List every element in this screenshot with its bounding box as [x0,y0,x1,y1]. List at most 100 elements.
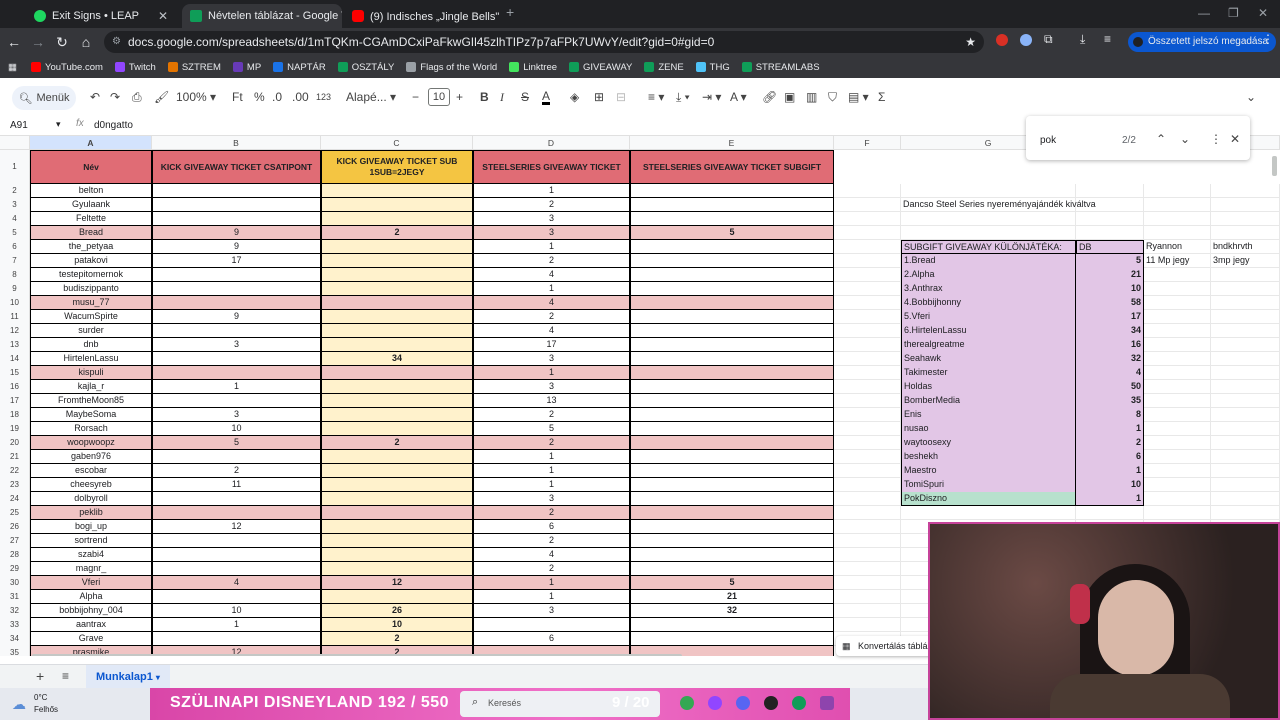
insert-comment-icon[interactable]: ▣ [784,90,795,104]
cell-b[interactable] [152,198,321,212]
cell-d[interactable]: 6 [473,632,630,646]
empty-cell[interactable] [834,548,901,562]
empty-cell[interactable] [834,450,901,464]
cell-d[interactable]: 3 [473,226,630,240]
cell-d[interactable]: 3 [473,604,630,618]
cell-c[interactable] [321,366,473,380]
side-entry-name[interactable]: Enis [901,408,1076,422]
empty-cell[interactable] [1211,310,1280,324]
cell-e[interactable] [630,324,834,338]
cell-c[interactable] [321,590,473,604]
currency-format-button[interactable]: Ft [232,90,243,104]
empty-cell[interactable] [834,590,901,604]
cell-d[interactable]: 2 [473,506,630,520]
insert-chart-icon[interactable]: ▥ [806,90,817,104]
side-entry-value[interactable]: 4 [1076,366,1144,380]
cell-c[interactable] [321,478,473,492]
cell-d[interactable]: 3 [473,492,630,506]
cell-c[interactable]: 34 [321,352,473,366]
more-menu-icon[interactable]: ⋮ [1262,32,1274,46]
cell-b[interactable] [152,212,321,226]
cell-e[interactable] [630,492,834,506]
cell-c[interactable] [321,296,473,310]
cell-e[interactable]: 21 [630,590,834,604]
side-entry-name[interactable]: 3.Anthrax [901,282,1076,296]
cell-e[interactable] [630,562,834,576]
empty-cell[interactable] [834,240,901,254]
empty-cell[interactable] [834,520,901,534]
reload-icon[interactable]: ↻ [50,34,74,51]
cell-e[interactable] [630,394,834,408]
cell-c[interactable]: 10 [321,618,473,632]
cell-e[interactable]: 32 [630,604,834,618]
close-icon[interactable]: ✕ [152,9,168,23]
empty-cell[interactable] [1144,212,1211,226]
cell-b[interactable]: 4 [152,576,321,590]
cell-d[interactable]: 4 [473,324,630,338]
empty-cell[interactable] [1076,184,1144,198]
side-entry-name[interactable]: 2.Alpha [901,268,1076,282]
empty-cell[interactable] [834,534,901,548]
cell-c[interactable]: 2 [321,226,473,240]
fill-color-icon[interactable]: ◈ [570,90,579,104]
zoom-select[interactable]: 100% ▾ [176,90,216,104]
cell-b[interactable]: 3 [152,408,321,422]
row-number[interactable]: 17 [0,394,30,408]
cell-d[interactable]: 2 [473,198,630,212]
empty-cell[interactable] [1211,394,1280,408]
chrome-icon[interactable] [680,696,694,710]
cell-c[interactable] [321,282,473,296]
side-entry-value[interactable]: 2 [1076,436,1144,450]
cell-c[interactable] [321,520,473,534]
text-wrap-icon[interactable]: ⇥ ▾ [702,90,721,104]
app-icon[interactable] [764,696,778,710]
all-sheets-icon[interactable]: ≡ [62,669,69,683]
app-icon[interactable] [792,696,806,710]
empty-cell[interactable] [834,492,901,506]
cell-e[interactable] [630,352,834,366]
select-all-corner[interactable] [0,136,30,150]
cell-d[interactable]: 1 [473,590,630,604]
functions-icon[interactable]: Σ [878,90,885,104]
empty-cell[interactable] [834,198,901,212]
empty-cell[interactable] [1144,394,1211,408]
cell-c[interactable]: 2 [321,632,473,646]
cell-c[interactable] [321,450,473,464]
empty-cell[interactable] [834,394,901,408]
side-entry-name[interactable]: therealgreatme [901,338,1076,352]
borders-icon[interactable]: ⊞ [594,90,604,104]
cell-b[interactable] [152,534,321,548]
cell-b[interactable]: 12 [152,520,321,534]
cell-e[interactable] [630,450,834,464]
cell-d[interactable]: 3 [473,352,630,366]
empty-cell[interactable] [1144,422,1211,436]
cell-a[interactable]: MaybeSoma [30,408,152,422]
app-icon[interactable] [820,696,834,710]
row-number[interactable]: 32 [0,604,30,618]
side-entry-value[interactable]: 58 [1076,296,1144,310]
cell-b[interactable]: 5 [152,436,321,450]
empty-cell[interactable] [1211,492,1280,506]
bookmark-item[interactable]: THG [695,62,730,73]
cell-c[interactable] [321,422,473,436]
row-number[interactable]: 5 [0,226,30,240]
cell-e[interactable] [630,632,834,646]
empty-cell[interactable] [834,282,901,296]
row-number[interactable]: 23 [0,478,30,492]
column-header[interactable]: E [630,136,834,150]
empty-cell[interactable] [1211,352,1280,366]
side-entry-name[interactable]: TomiSpuri [901,478,1076,492]
font-size-input[interactable]: 10 [428,88,450,106]
empty-cell[interactable] [1076,212,1144,226]
cell-c[interactable] [321,492,473,506]
empty-cell[interactable] [1211,324,1280,338]
empty-cell[interactable] [1144,492,1211,506]
new-tab-button[interactable]: + [506,4,514,20]
cell-e[interactable] [630,198,834,212]
window-close-button[interactable]: ✕ [1258,6,1268,20]
cell-b[interactable] [152,324,321,338]
cell-d[interactable]: 2 [473,436,630,450]
cell-e[interactable] [630,548,834,562]
cell-e[interactable] [630,380,834,394]
cell-d[interactable]: 2 [473,254,630,268]
